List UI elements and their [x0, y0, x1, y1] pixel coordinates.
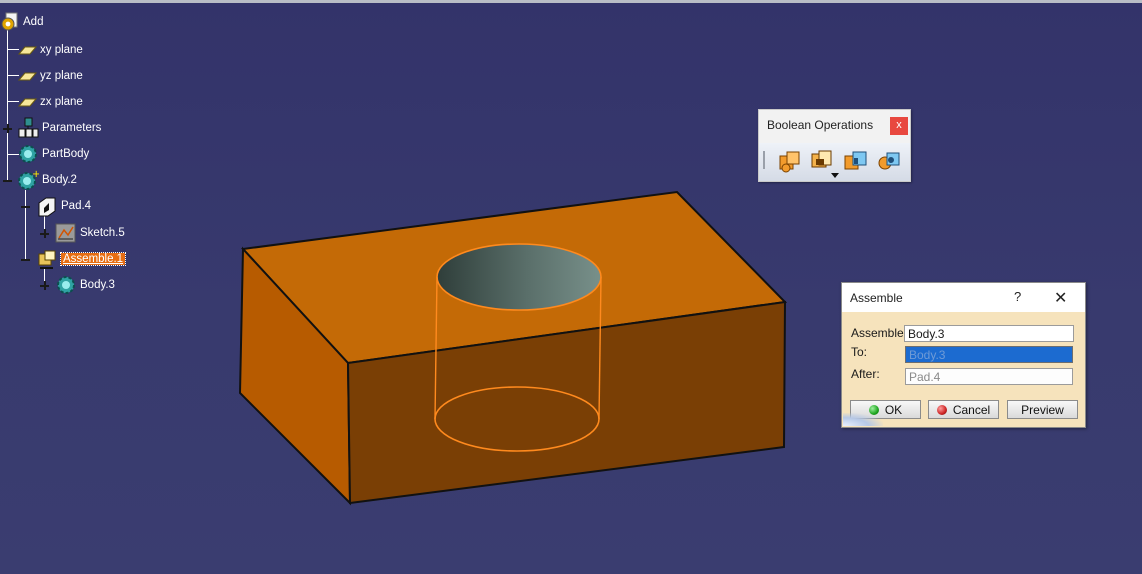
assemble-dialog[interactable]: Assemble ? ✕ Assemble Body.3 To: Body.3 … [841, 282, 1086, 428]
after-label: After: [851, 367, 880, 381]
chevron-down-icon[interactable] [831, 173, 839, 178]
svg-text:+: + [32, 169, 39, 180]
to-field[interactable]: Body.3 [905, 346, 1073, 363]
plane-icon [17, 40, 38, 60]
specification-tree: Add xy plane yz plane zx plane Parameter… [0, 0, 200, 300]
tree-item-body2[interactable]: + Body.2 [17, 169, 77, 191]
sketch-icon [55, 222, 77, 244]
to-label: To: [851, 345, 868, 359]
hole-top-opening[interactable] [436, 243, 602, 311]
tree-item-parameters[interactable]: Parameters [17, 117, 102, 139]
boolean-operations-toolbar[interactable]: Boolean Operations x [758, 109, 911, 182]
assemble-label: Assemble [851, 326, 904, 340]
add-icon[interactable] [807, 146, 837, 176]
collapse-toggle[interactable] [3, 176, 12, 185]
tree-label: Sketch.5 [80, 227, 125, 239]
parameters-icon [17, 117, 39, 139]
assemble-field[interactable]: Body.3 [904, 325, 1074, 342]
tree-label: zx plane [40, 96, 83, 108]
dialog-title: Assemble [850, 291, 903, 305]
close-button[interactable]: ✕ [1054, 288, 1067, 308]
cancel-button[interactable]: Cancel [928, 400, 999, 419]
tree-item-xy-plane[interactable]: xy plane [17, 40, 83, 60]
ok-label: OK [884, 402, 903, 417]
expand-toggle[interactable] [40, 229, 49, 238]
toolbar-icon-row [759, 143, 910, 181]
tree-label: yz plane [40, 70, 83, 82]
tree-item-zx-plane[interactable]: zx plane [17, 92, 83, 112]
after-field[interactable]: Pad.4 [905, 368, 1073, 385]
part-gear-icon [0, 12, 20, 32]
cancel-label: Cancel [952, 402, 991, 417]
preview-label: Preview [1021, 402, 1064, 417]
tree-label: xy plane [40, 44, 83, 56]
body-gear-icon [55, 274, 77, 296]
tree-item-partbody[interactable]: PartBody [17, 144, 89, 164]
tree-item-body3[interactable]: Body.3 [55, 275, 115, 295]
plane-icon [17, 92, 38, 112]
tree-item-sketch5[interactable]: Sketch.5 [55, 223, 125, 243]
pad-icon [36, 195, 58, 217]
tree-item-pad4[interactable]: Pad.4 [36, 195, 92, 217]
toolbar-title: Boolean Operations [767, 118, 874, 132]
body-gear-icon: + [17, 169, 40, 191]
dialog-corner-decoration [843, 413, 883, 426]
preview-button[interactable]: Preview [1007, 400, 1078, 419]
3d-viewport[interactable]: Add xy plane yz plane zx plane Parameter… [0, 0, 1142, 574]
tree-label: PartBody [42, 148, 90, 160]
tree-item-assemble1[interactable]: Assemble.1 [36, 248, 127, 270]
assemble-icon [36, 248, 58, 270]
expand-toggle[interactable] [3, 124, 12, 133]
toolbar-grip[interactable] [763, 151, 765, 169]
tree-label: Parameters [42, 122, 102, 134]
help-button[interactable]: ? [1014, 289, 1021, 304]
tree-label: Add [23, 16, 44, 28]
tree-item-add[interactable]: Add [0, 12, 43, 32]
assemble-icon[interactable] [775, 146, 805, 176]
close-button[interactable]: x [890, 117, 908, 135]
tree-label: Pad.4 [61, 200, 92, 212]
dialog-titlebar[interactable]: Assemble ? ✕ [842, 283, 1085, 312]
plane-icon [17, 66, 38, 86]
collapse-toggle[interactable] [21, 255, 30, 264]
tree-item-yz-plane[interactable]: yz plane [17, 66, 83, 86]
remove-icon[interactable] [841, 146, 871, 176]
tree-label: Body.2 [42, 174, 77, 186]
expand-toggle[interactable] [40, 281, 49, 290]
tree-connector [7, 28, 8, 182]
tree-connector [25, 190, 26, 259]
cancel-icon [936, 404, 947, 415]
collapse-toggle[interactable] [21, 202, 30, 211]
tree-label: Body.3 [80, 279, 115, 291]
intersect-icon[interactable] [875, 146, 905, 176]
body-gear-icon [17, 143, 39, 165]
tree-label-selected: Assemble.1 [59, 252, 127, 266]
